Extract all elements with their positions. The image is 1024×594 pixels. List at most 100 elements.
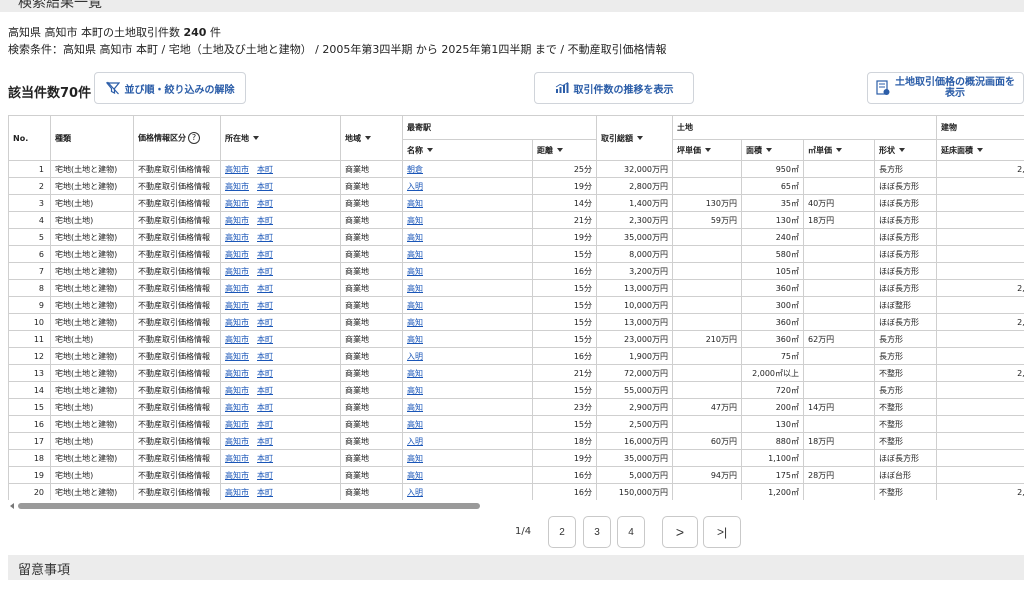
col-distance[interactable]: 距離 xyxy=(532,139,597,161)
col-area[interactable]: 地域 xyxy=(340,115,403,161)
city-link[interactable]: 高知市 xyxy=(225,301,249,310)
row-land-size: 130㎡ xyxy=(741,415,804,433)
station-link[interactable]: 高知 xyxy=(407,250,423,259)
town-link[interactable]: 本町 xyxy=(257,471,273,480)
station-link[interactable]: 入明 xyxy=(407,437,423,446)
row-area: 商業地 xyxy=(340,296,403,314)
col-unit-price[interactable]: ㎡単価 xyxy=(803,139,875,161)
row-distance: 23分 xyxy=(532,398,597,416)
station-link[interactable]: 高知 xyxy=(407,284,423,293)
city-link[interactable]: 高知市 xyxy=(225,284,249,293)
city-link[interactable]: 高知市 xyxy=(225,267,249,276)
station-link[interactable]: 高知 xyxy=(407,335,423,344)
town-link[interactable]: 本町 xyxy=(257,454,273,463)
notes-header[interactable]: 留意事項 xyxy=(8,555,1024,580)
town-link[interactable]: 本町 xyxy=(257,420,273,429)
town-link[interactable]: 本町 xyxy=(257,182,273,191)
city-link[interactable]: 高知市 xyxy=(225,403,249,412)
town-link[interactable]: 本町 xyxy=(257,199,273,208)
station-link[interactable]: 入明 xyxy=(407,488,423,497)
city-link[interactable]: 高知市 xyxy=(225,182,249,191)
row-total-price: 150,000万円 xyxy=(596,483,673,500)
col-tsubo-price[interactable]: 坪単価 xyxy=(672,139,742,161)
town-link[interactable]: 本町 xyxy=(257,216,273,225)
town-link[interactable]: 本町 xyxy=(257,352,273,361)
row-distance: 25分 xyxy=(532,160,597,178)
town-link[interactable]: 本町 xyxy=(257,250,273,259)
town-link[interactable]: 本町 xyxy=(257,318,273,327)
station-link[interactable]: 高知 xyxy=(407,386,423,395)
town-link[interactable]: 本町 xyxy=(257,369,273,378)
station-link[interactable]: 高知 xyxy=(407,233,423,242)
show-transaction-trend-button[interactable]: 取引件数の推移を表示 xyxy=(534,72,694,104)
station-link[interactable]: 高知 xyxy=(407,420,423,429)
row-area: 商業地 xyxy=(340,211,403,229)
city-link[interactable]: 高知市 xyxy=(225,420,249,429)
town-link[interactable]: 本町 xyxy=(257,233,273,242)
station-link[interactable]: 高知 xyxy=(407,403,423,412)
city-link[interactable]: 高知市 xyxy=(225,216,249,225)
row-type: 宅地(土地) xyxy=(50,330,134,348)
city-link[interactable]: 高知市 xyxy=(225,369,249,378)
town-link[interactable]: 本町 xyxy=(257,488,273,497)
city-link[interactable]: 高知市 xyxy=(225,199,249,208)
station-link[interactable]: 高知 xyxy=(407,301,423,310)
city-link[interactable]: 高知市 xyxy=(225,488,249,497)
town-link[interactable]: 本町 xyxy=(257,403,273,412)
land-price-overview-button[interactable]: 土地取引価格の概況画面を 表示 xyxy=(867,72,1024,104)
station-link[interactable]: 高知 xyxy=(407,471,423,480)
city-link[interactable]: 高知市 xyxy=(225,437,249,446)
city-link[interactable]: 高知市 xyxy=(225,352,249,361)
city-link[interactable]: 高知市 xyxy=(225,250,249,259)
reset-sort-filter-button[interactable]: 並び順・絞り込みの解除 xyxy=(94,72,246,104)
town-link[interactable]: 本町 xyxy=(257,284,273,293)
station-link[interactable]: 高知 xyxy=(407,216,423,225)
scrollbar-thumb[interactable] xyxy=(18,503,480,509)
help-circle-icon[interactable]: ? xyxy=(188,132,200,144)
col-station-name[interactable]: 名称 xyxy=(402,139,533,161)
city-link[interactable]: 高知市 xyxy=(225,335,249,344)
city-link[interactable]: 高知市 xyxy=(225,386,249,395)
city-link[interactable]: 高知市 xyxy=(225,454,249,463)
town-link[interactable]: 本町 xyxy=(257,386,273,395)
row-unit-price xyxy=(803,364,875,382)
station-link[interactable]: 高知 xyxy=(407,369,423,378)
city-link[interactable]: 高知市 xyxy=(225,318,249,327)
results-table-container[interactable]: No. 種類 価格情報区分? 所在地 地域 最寄駅 取引総額 土地 建物 名称 … xyxy=(8,115,1024,500)
next-page-button[interactable]: > xyxy=(662,516,698,548)
horizontal-scrollbar[interactable] xyxy=(8,502,1024,510)
col-floor-area[interactable]: 延床面積 xyxy=(936,139,1024,161)
town-link[interactable]: 本町 xyxy=(257,301,273,310)
city-link[interactable]: 高知市 xyxy=(225,471,249,480)
summary-line: 高知県 高知市 本町の土地取引件数 240 件 xyxy=(8,26,221,39)
city-link[interactable]: 高知市 xyxy=(225,165,249,174)
page-2-button[interactable]: 2 xyxy=(548,516,576,548)
row-shape: 不整形 xyxy=(874,364,937,382)
row-station: 高知 xyxy=(402,330,533,348)
row-distance: 15分 xyxy=(532,330,597,348)
col-location[interactable]: 所在地 xyxy=(220,115,341,161)
last-page-button[interactable]: >| xyxy=(703,516,741,548)
row-no: 16 xyxy=(8,415,51,433)
col-total-price[interactable]: 取引総額 xyxy=(596,115,673,161)
town-link[interactable]: 本町 xyxy=(257,267,273,276)
station-link[interactable]: 高知 xyxy=(407,267,423,276)
town-link[interactable]: 本町 xyxy=(257,437,273,446)
scroll-left-icon[interactable] xyxy=(10,503,14,509)
col-shape[interactable]: 形状 xyxy=(874,139,937,161)
page-4-button[interactable]: 4 xyxy=(617,516,645,548)
col-land-size[interactable]: 面積 xyxy=(741,139,804,161)
sort-down-icon xyxy=(427,148,433,152)
notes-title: 留意事項 xyxy=(18,563,71,578)
city-link[interactable]: 高知市 xyxy=(225,233,249,242)
town-link[interactable]: 本町 xyxy=(257,165,273,174)
station-link[interactable]: 朝倉 xyxy=(407,165,423,174)
page-3-button[interactable]: 3 xyxy=(583,516,611,548)
station-link[interactable]: 高知 xyxy=(407,318,423,327)
station-link[interactable]: 入明 xyxy=(407,182,423,191)
col-group-station: 最寄駅 xyxy=(402,115,597,140)
station-link[interactable]: 入明 xyxy=(407,352,423,361)
station-link[interactable]: 高知 xyxy=(407,199,423,208)
station-link[interactable]: 高知 xyxy=(407,454,423,463)
town-link[interactable]: 本町 xyxy=(257,335,273,344)
